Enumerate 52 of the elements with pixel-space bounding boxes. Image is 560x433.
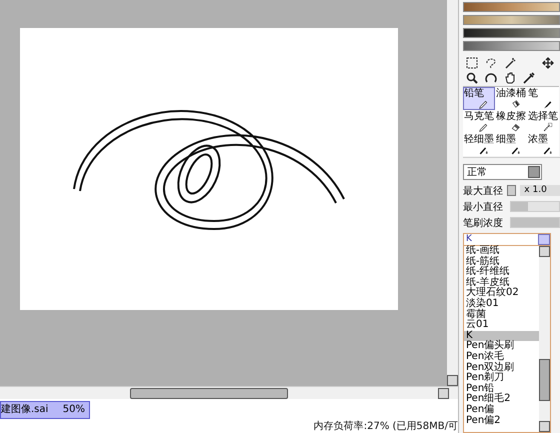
tool-button[interactable]: 油漆桶 <box>495 87 527 110</box>
list-item[interactable]: Pen偏 <box>464 404 539 416</box>
vertical-scrollbar[interactable] <box>447 0 458 386</box>
option-button[interactable] <box>507 185 516 196</box>
list-item[interactable]: 大理石纹02 <box>464 288 539 299</box>
scrollbar-thumb[interactable] <box>539 359 550 401</box>
tool-button[interactable]: 马克笔 <box>463 110 495 133</box>
list-item[interactable]: Pen偏头刷 <box>464 341 539 352</box>
list-item[interactable]: Pen剃刀 <box>464 373 539 384</box>
tool-button[interactable]: 笔 <box>527 87 559 110</box>
value-field[interactable]: x 1.0 <box>520 185 560 196</box>
tool-button[interactable]: 细墨 <box>495 133 527 156</box>
tool-button[interactable]: 轻细墨 <box>463 133 495 156</box>
vertical-scrollbar[interactable] <box>539 246 550 432</box>
parameter-label: 最小直径 <box>463 200 504 214</box>
color-slider-drawing[interactable] <box>463 0 560 53</box>
memory-status: 内存负荷率:27% (已用58MB/可 <box>314 421 458 433</box>
scroll-down-button[interactable] <box>539 421 550 432</box>
move-icon[interactable] <box>542 57 554 69</box>
rotate-icon[interactable] <box>485 72 497 84</box>
eyedropper-icon[interactable] <box>523 72 535 84</box>
tool-button[interactable]: 浓墨 <box>527 133 559 156</box>
magic-wand-icon[interactable] <box>504 57 516 69</box>
texture-field[interactable]: K <box>464 234 538 245</box>
slider-track[interactable] <box>510 201 560 212</box>
horizontal-scrollbar[interactable] <box>0 386 458 399</box>
document-tab[interactable]: 建图像.sai 50% <box>0 401 90 419</box>
parameter-label: 最大直径 <box>463 184 503 198</box>
dropdown-button[interactable] <box>538 234 550 245</box>
hand-icon[interactable] <box>504 72 516 84</box>
zoom-level: 50% <box>62 403 85 417</box>
parameter-label: 笔刷浓度 <box>463 216 504 230</box>
list-item[interactable]: Pen浓毛 <box>464 352 539 363</box>
list-item[interactable]: Pen细毛2 <box>464 394 539 405</box>
list-item[interactable]: Pen偏2 <box>464 416 539 426</box>
scroll-up-button[interactable] <box>539 246 550 257</box>
list-item[interactable]: 霉菌 <box>464 310 539 320</box>
list-item[interactable]: 纸-羊皮纸 <box>464 278 539 288</box>
lasso-icon[interactable] <box>485 57 497 69</box>
zoom-icon[interactable] <box>466 72 478 84</box>
blend-mode-dropdown[interactable]: 正常 <box>463 164 542 180</box>
tool-button[interactable]: 铅笔 <box>463 87 495 110</box>
list-item[interactable]: 纸-纤维纸 <box>464 267 539 278</box>
document-name: 建图像.sai <box>1 402 48 417</box>
list-item[interactable]: 纸-画纸 <box>464 246 539 257</box>
scrollbar-thumb[interactable] <box>130 388 288 399</box>
scroll-right-button[interactable] <box>438 388 449 399</box>
list-item[interactable]: 淡染01 <box>464 298 539 310</box>
scroll-down-button[interactable] <box>447 375 458 386</box>
rectangle-select-icon[interactable] <box>466 57 478 69</box>
tool-button[interactable]: 选择笔 <box>527 110 559 133</box>
list-item[interactable]: 云01 <box>464 320 539 331</box>
